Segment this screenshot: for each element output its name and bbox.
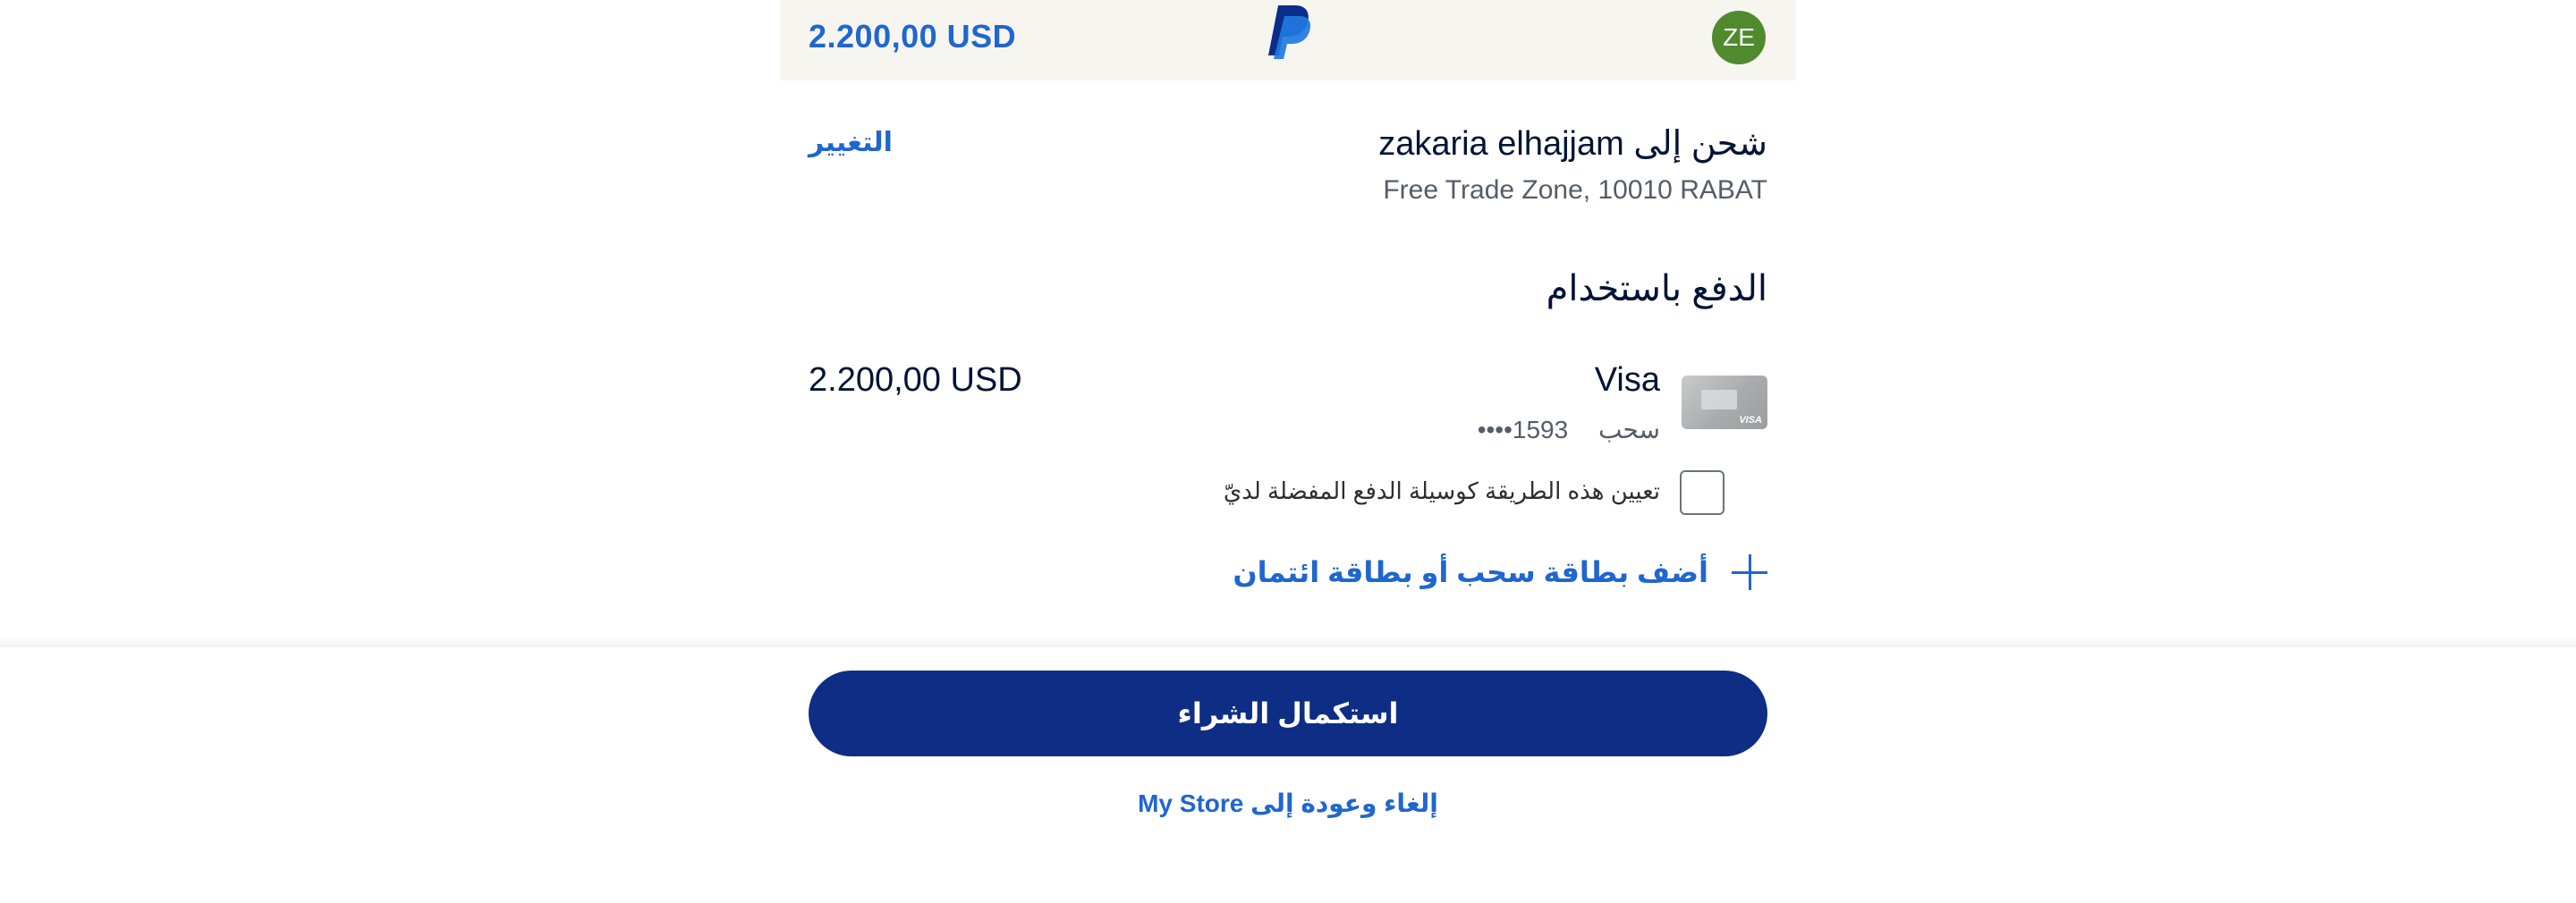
- card-name: Visa: [1594, 361, 1660, 399]
- add-card-label: أضف بطاقة سحب أو بطاقة ائتمان: [1233, 556, 1708, 588]
- cancel-and-return-link[interactable]: إلغاء وعودة إلى My Store: [0, 789, 2576, 818]
- ship-to-title: شحن إلى zakaria elhajjam: [1378, 125, 1767, 163]
- preferred-method-checkbox[interactable]: [1680, 470, 1724, 515]
- cart-total-amount[interactable]: 2.200,00 USD: [809, 18, 1016, 55]
- pay-with-title: الدفع باستخدام: [1546, 269, 1767, 308]
- user-avatar[interactable]: ZE: [1712, 11, 1766, 64]
- visa-card-icon: VISA: [1682, 376, 1767, 429]
- checkout-header: 2.200,00 USD ZE: [780, 0, 1796, 80]
- paypal-logo-icon: [1268, 5, 1311, 59]
- ship-to-address: Free Trade Zone, 10010 RABAT: [1383, 175, 1767, 205]
- complete-purchase-button[interactable]: استكمال الشراء: [809, 671, 1767, 756]
- change-shipping-link[interactable]: التغيير: [809, 127, 893, 158]
- card-type: سحب: [1597, 416, 1660, 443]
- card-detail: سحب ••••1593: [1478, 415, 1660, 444]
- plus-icon: [1732, 554, 1767, 590]
- add-card-link[interactable]: أضف بطاقة سحب أو بطاقة ائتمان: [1233, 554, 1767, 590]
- card-masked-number: ••••1593: [1477, 416, 1569, 443]
- card-charge-amount: 2.200,00 USD: [809, 361, 1022, 399]
- checkout-footer: استكمال الشراء إلغاء وعودة إلى My Store: [0, 647, 2576, 903]
- preferred-method-label[interactable]: تعيين هذه الطريقة كوسيلة الدفع المفضلة ل…: [1224, 477, 1660, 505]
